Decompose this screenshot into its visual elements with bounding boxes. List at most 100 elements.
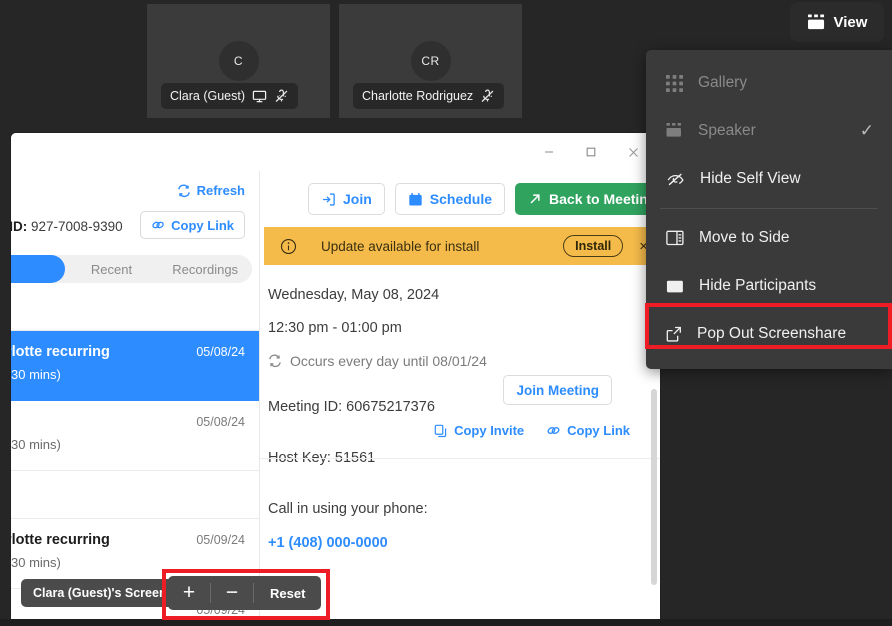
avatar: CR	[410, 41, 451, 81]
vertical-scrollbar[interactable]	[651, 389, 657, 585]
menu-item-hide-self-view[interactable]: Hide Self View	[646, 155, 892, 203]
personal-meeting-id: ng ID: 927-7008-9390	[11, 219, 123, 234]
meeting-screen: C Clara (Guest) CR Charlotte Rodriguez V…	[0, 0, 892, 626]
meeting-title: harlotte recurring	[11, 344, 110, 360]
refresh-label: Refresh	[196, 183, 245, 198]
zoom-client-body: Refresh ng ID: 927-7008-9390 C	[11, 171, 660, 619]
list-item[interactable]: pm (30 mins) 05/08/24	[11, 401, 259, 471]
menu-item-label: Speaker	[698, 122, 756, 139]
menu-item-label: Hide Self View	[700, 170, 801, 187]
menu-item-speaker[interactable]: Speaker ✓	[646, 107, 892, 155]
mic-muted-icon	[480, 89, 495, 104]
speaker-view-icon	[807, 13, 826, 31]
sidebar-tabs: Recent Recordings	[11, 255, 252, 283]
join-button-label: Join	[343, 191, 372, 207]
menu-item-pop-out-screenshare[interactable]: Pop Out Screenshare	[646, 310, 892, 358]
calendar-icon	[408, 192, 423, 207]
phone-number[interactable]: +1 (408) 000-0000	[268, 535, 660, 551]
join-button[interactable]: Join	[308, 183, 385, 215]
minimize-button[interactable]	[528, 137, 570, 167]
meeting-time: pm (30 mins)	[11, 367, 61, 382]
pmi-row: Refresh ng ID: 927-7008-9390 C	[11, 171, 259, 255]
bottom-strip	[0, 619, 892, 626]
meetings-sidebar: Refresh ng ID: 927-7008-9390 C	[11, 171, 260, 619]
recurrence-text: Occurs every day until 08/01/24	[290, 353, 487, 369]
back-to-meeting-label: Back to Meeting	[549, 191, 657, 207]
share-name-pill: Clara (Guest)'s Screen	[21, 579, 179, 607]
gallery-grid-icon	[666, 74, 683, 92]
schedule-button[interactable]: Schedule	[394, 183, 506, 215]
maximize-button[interactable]	[570, 137, 612, 167]
meeting-title: harlotte recurring	[11, 532, 110, 548]
participant-name: Clara (Guest)	[170, 89, 246, 103]
menu-item-label: Gallery	[698, 74, 748, 91]
avatar: C	[218, 41, 259, 81]
side-panel-icon	[666, 230, 684, 246]
meeting-recurrence: Occurs every day until 08/01/24	[268, 353, 660, 369]
pmi-value: 927-7008-9390	[31, 219, 123, 234]
pmi-label: ng ID:	[11, 219, 28, 234]
participant-namebar: Charlotte Rodriguez	[353, 83, 505, 109]
tab-upcoming[interactable]	[11, 255, 65, 283]
link-icon	[546, 423, 561, 438]
meetings-list[interactable]: harlotte recurring pm (30 mins) 05/08/24…	[11, 283, 259, 619]
participant-tile-charlotte[interactable]: CR Charlotte Rodriguez	[339, 4, 522, 118]
list-item[interactable]: harlotte recurring pm (30 mins) 05/08/24	[11, 331, 259, 401]
schedule-button-label: Schedule	[429, 191, 493, 207]
refresh-icon	[177, 184, 191, 198]
checkmark-icon: ✓	[859, 121, 874, 140]
detail-actions: Join Schedule Back to Meeting	[260, 171, 660, 227]
join-meeting-button[interactable]: Join Meeting	[503, 375, 612, 405]
screen-share-icon	[252, 89, 267, 104]
window-titlebar	[11, 133, 660, 171]
view-button[interactable]: View	[790, 2, 884, 42]
screenshare-zoom-controls: + − Reset	[168, 576, 322, 610]
menu-item-hide-participants[interactable]: Hide Participants	[646, 262, 892, 310]
view-button-label: View	[833, 13, 868, 31]
refresh-button[interactable]: Refresh	[177, 183, 245, 198]
info-circle-icon	[280, 238, 297, 255]
meeting-time: pm (30 mins)	[11, 437, 61, 452]
meeting-date: 05/08/24	[196, 415, 245, 429]
pop-out-icon	[666, 326, 682, 342]
view-dropdown-menu[interactable]: Gallery Speaker ✓ Hide Self View Move to…	[646, 50, 892, 369]
copy-link-button[interactable]: Copy Link	[546, 423, 630, 438]
copy-invite-label: Copy Invite	[454, 423, 525, 438]
arrow-up-right-icon	[528, 192, 542, 206]
zoom-reset-button[interactable]: Reset	[254, 576, 321, 610]
meeting-date: 05/09/24	[196, 533, 245, 547]
list-spacer	[11, 471, 259, 519]
menu-item-move-to-side[interactable]: Move to Side	[646, 214, 892, 262]
back-to-meeting-button[interactable]: Back to Meeting	[515, 183, 660, 215]
divider	[260, 458, 660, 459]
meeting-time-text: 12:30 pm - 01:00 pm	[268, 320, 402, 336]
update-banner-text: Update available for install	[321, 238, 480, 254]
meeting-detail-panel: Join Schedule Back to Meeting Update ava…	[260, 171, 660, 619]
menu-item-gallery[interactable]: Gallery	[646, 59, 892, 107]
menu-divider	[660, 208, 878, 209]
install-button[interactable]: Install	[563, 235, 624, 257]
call-in-text: Call in using your phone:	[268, 501, 428, 517]
list-spacer	[11, 283, 259, 331]
meeting-time: pm (30 mins)	[11, 555, 61, 570]
tab-recordings[interactable]: Recordings	[158, 255, 252, 283]
update-banner: Update available for install Install ×	[264, 227, 660, 265]
copy-icon	[434, 424, 448, 438]
rectangle-icon	[666, 279, 684, 294]
copy-link-label: Copy Link	[567, 423, 630, 438]
meeting-date-text: Wednesday, May 08, 2024	[268, 287, 440, 303]
copy-actions-row: Copy Invite Copy Link	[434, 423, 630, 438]
join-arrow-icon	[321, 192, 336, 207]
speaker-view-icon	[666, 123, 683, 139]
mic-muted-icon	[274, 89, 289, 104]
copy-invite-button[interactable]: Copy Invite	[434, 423, 524, 438]
menu-item-label: Move to Side	[699, 229, 790, 246]
participant-tile-clara[interactable]: C Clara (Guest)	[147, 4, 330, 118]
meeting-detail: Wednesday, May 08, 2024 12:30 pm - 01:00…	[260, 265, 660, 459]
zoom-in-button[interactable]: +	[168, 576, 210, 610]
zoom-out-button[interactable]: −	[211, 576, 253, 610]
copy-link-label: Copy Link	[171, 217, 234, 233]
tab-recent[interactable]: Recent	[65, 255, 159, 283]
copy-link-button[interactable]: Copy Link	[140, 211, 245, 239]
menu-item-label: Pop Out Screenshare	[697, 325, 847, 342]
